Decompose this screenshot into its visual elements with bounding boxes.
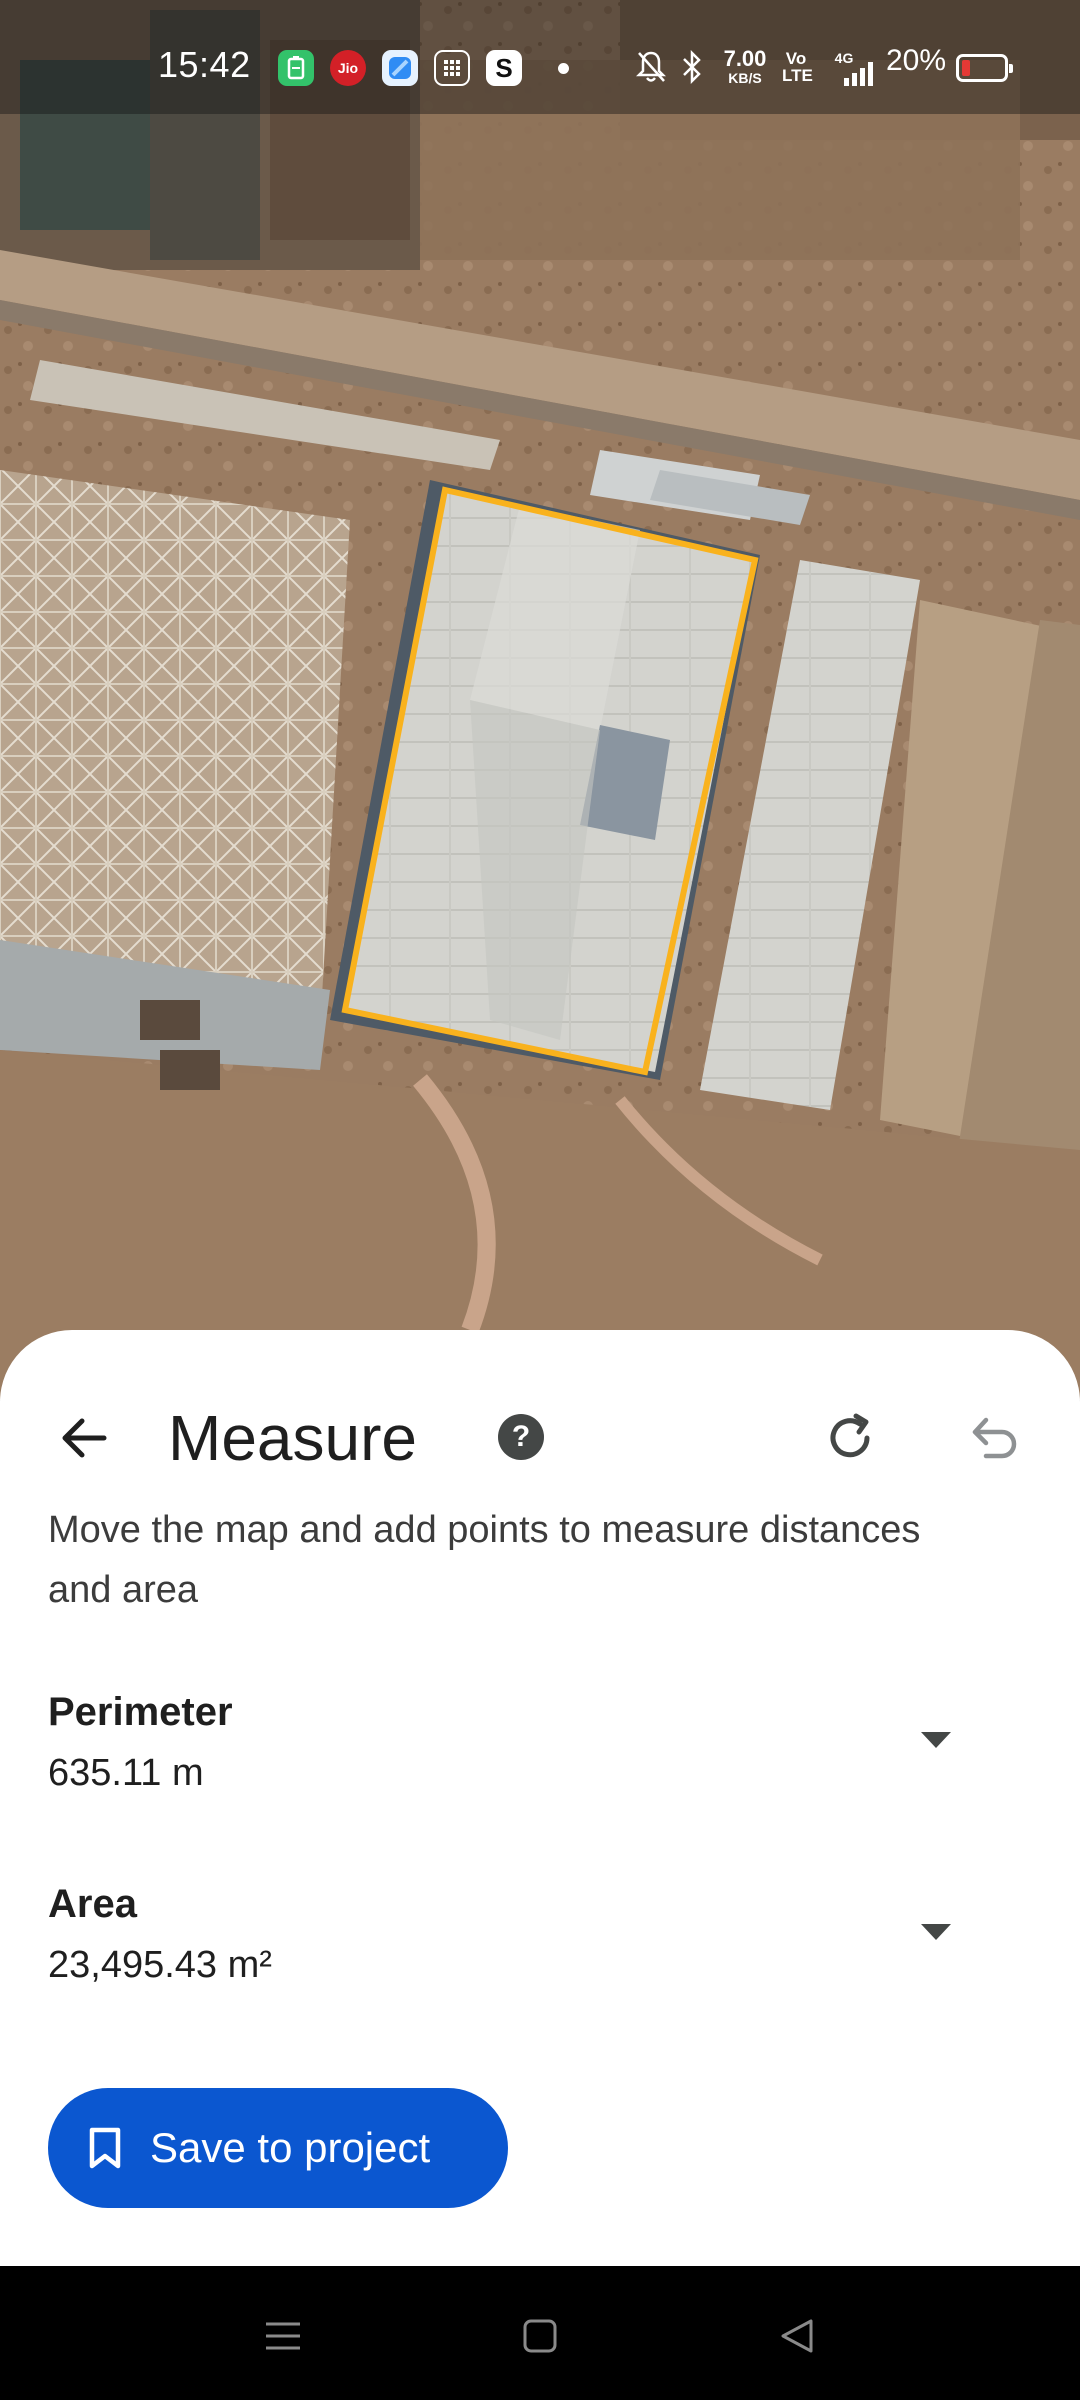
data-speed-value: 7.00 — [723, 46, 767, 71]
signal-icon — [838, 62, 874, 91]
sheet-title: Measure — [168, 1402, 417, 1474]
menu-icon — [266, 2322, 300, 2350]
redo-button[interactable] — [818, 1406, 882, 1470]
blue-app-icon — [382, 50, 418, 86]
satellite-map[interactable] — [0, 0, 1080, 1400]
notification-dot — [558, 63, 569, 74]
recents-button[interactable] — [243, 2296, 323, 2376]
battery-saver-app-icon — [278, 50, 314, 86]
measure-sheet: Measure ? Move the map and add points to… — [0, 1330, 1080, 2266]
perimeter-label: Perimeter — [48, 1690, 233, 1734]
save-to-project-button[interactable]: Save to project — [48, 2088, 508, 2208]
help-button[interactable]: ? — [498, 1414, 544, 1460]
area-value: 23,495.43 m² — [48, 1944, 272, 1986]
volte-bottom: LTE — [782, 66, 813, 85]
back-triangle-icon — [781, 2319, 813, 2353]
home-square-icon — [523, 2319, 557, 2353]
help-icon: ? — [511, 1420, 531, 1453]
battery-icon — [956, 54, 1013, 82]
area-label: Area — [48, 1882, 137, 1926]
nav-back-button[interactable] — [757, 2296, 837, 2376]
data-speed-unit: KB/S — [728, 70, 762, 86]
arrow-back-icon — [62, 1418, 107, 1458]
redo-icon — [830, 1413, 870, 1458]
back-button[interactable] — [48, 1402, 120, 1474]
volte-top: Vo — [785, 49, 807, 68]
volte-icon: Vo LTE — [782, 49, 813, 85]
dropdown-arrow-icon — [921, 1732, 951, 1748]
system-nav-bar — [0, 2266, 1080, 2400]
save-button-label: Save to project — [150, 2124, 431, 2171]
battery-percent: 20% — [886, 44, 947, 77]
perimeter-units-dropdown[interactable] — [900, 1704, 972, 1776]
instructions-text: Move the map and add points to measure d… — [48, 1509, 921, 1611]
jio-app-icon: Jio — [330, 50, 366, 86]
map-imagery — [0, 0, 1080, 1400]
bookmark-icon — [89, 2127, 121, 2169]
perimeter-value: 635.11 m — [48, 1752, 204, 1794]
calculator-app-icon — [434, 50, 470, 86]
dropdown-arrow-icon — [921, 1924, 951, 1940]
area-units-dropdown[interactable] — [900, 1896, 972, 1968]
status-time: 15:42 — [158, 44, 251, 85]
home-button[interactable] — [500, 2296, 580, 2376]
bluetooth-icon — [680, 49, 704, 89]
status-bar: 15:42 Jio S 7.00 KB/S Vo LTE 4G 20% — [0, 0, 1080, 114]
mute-bell-icon — [635, 50, 667, 89]
undo-icon — [972, 1417, 1017, 1459]
s-app-icon: S — [486, 50, 522, 86]
undo-button[interactable] — [962, 1406, 1026, 1470]
